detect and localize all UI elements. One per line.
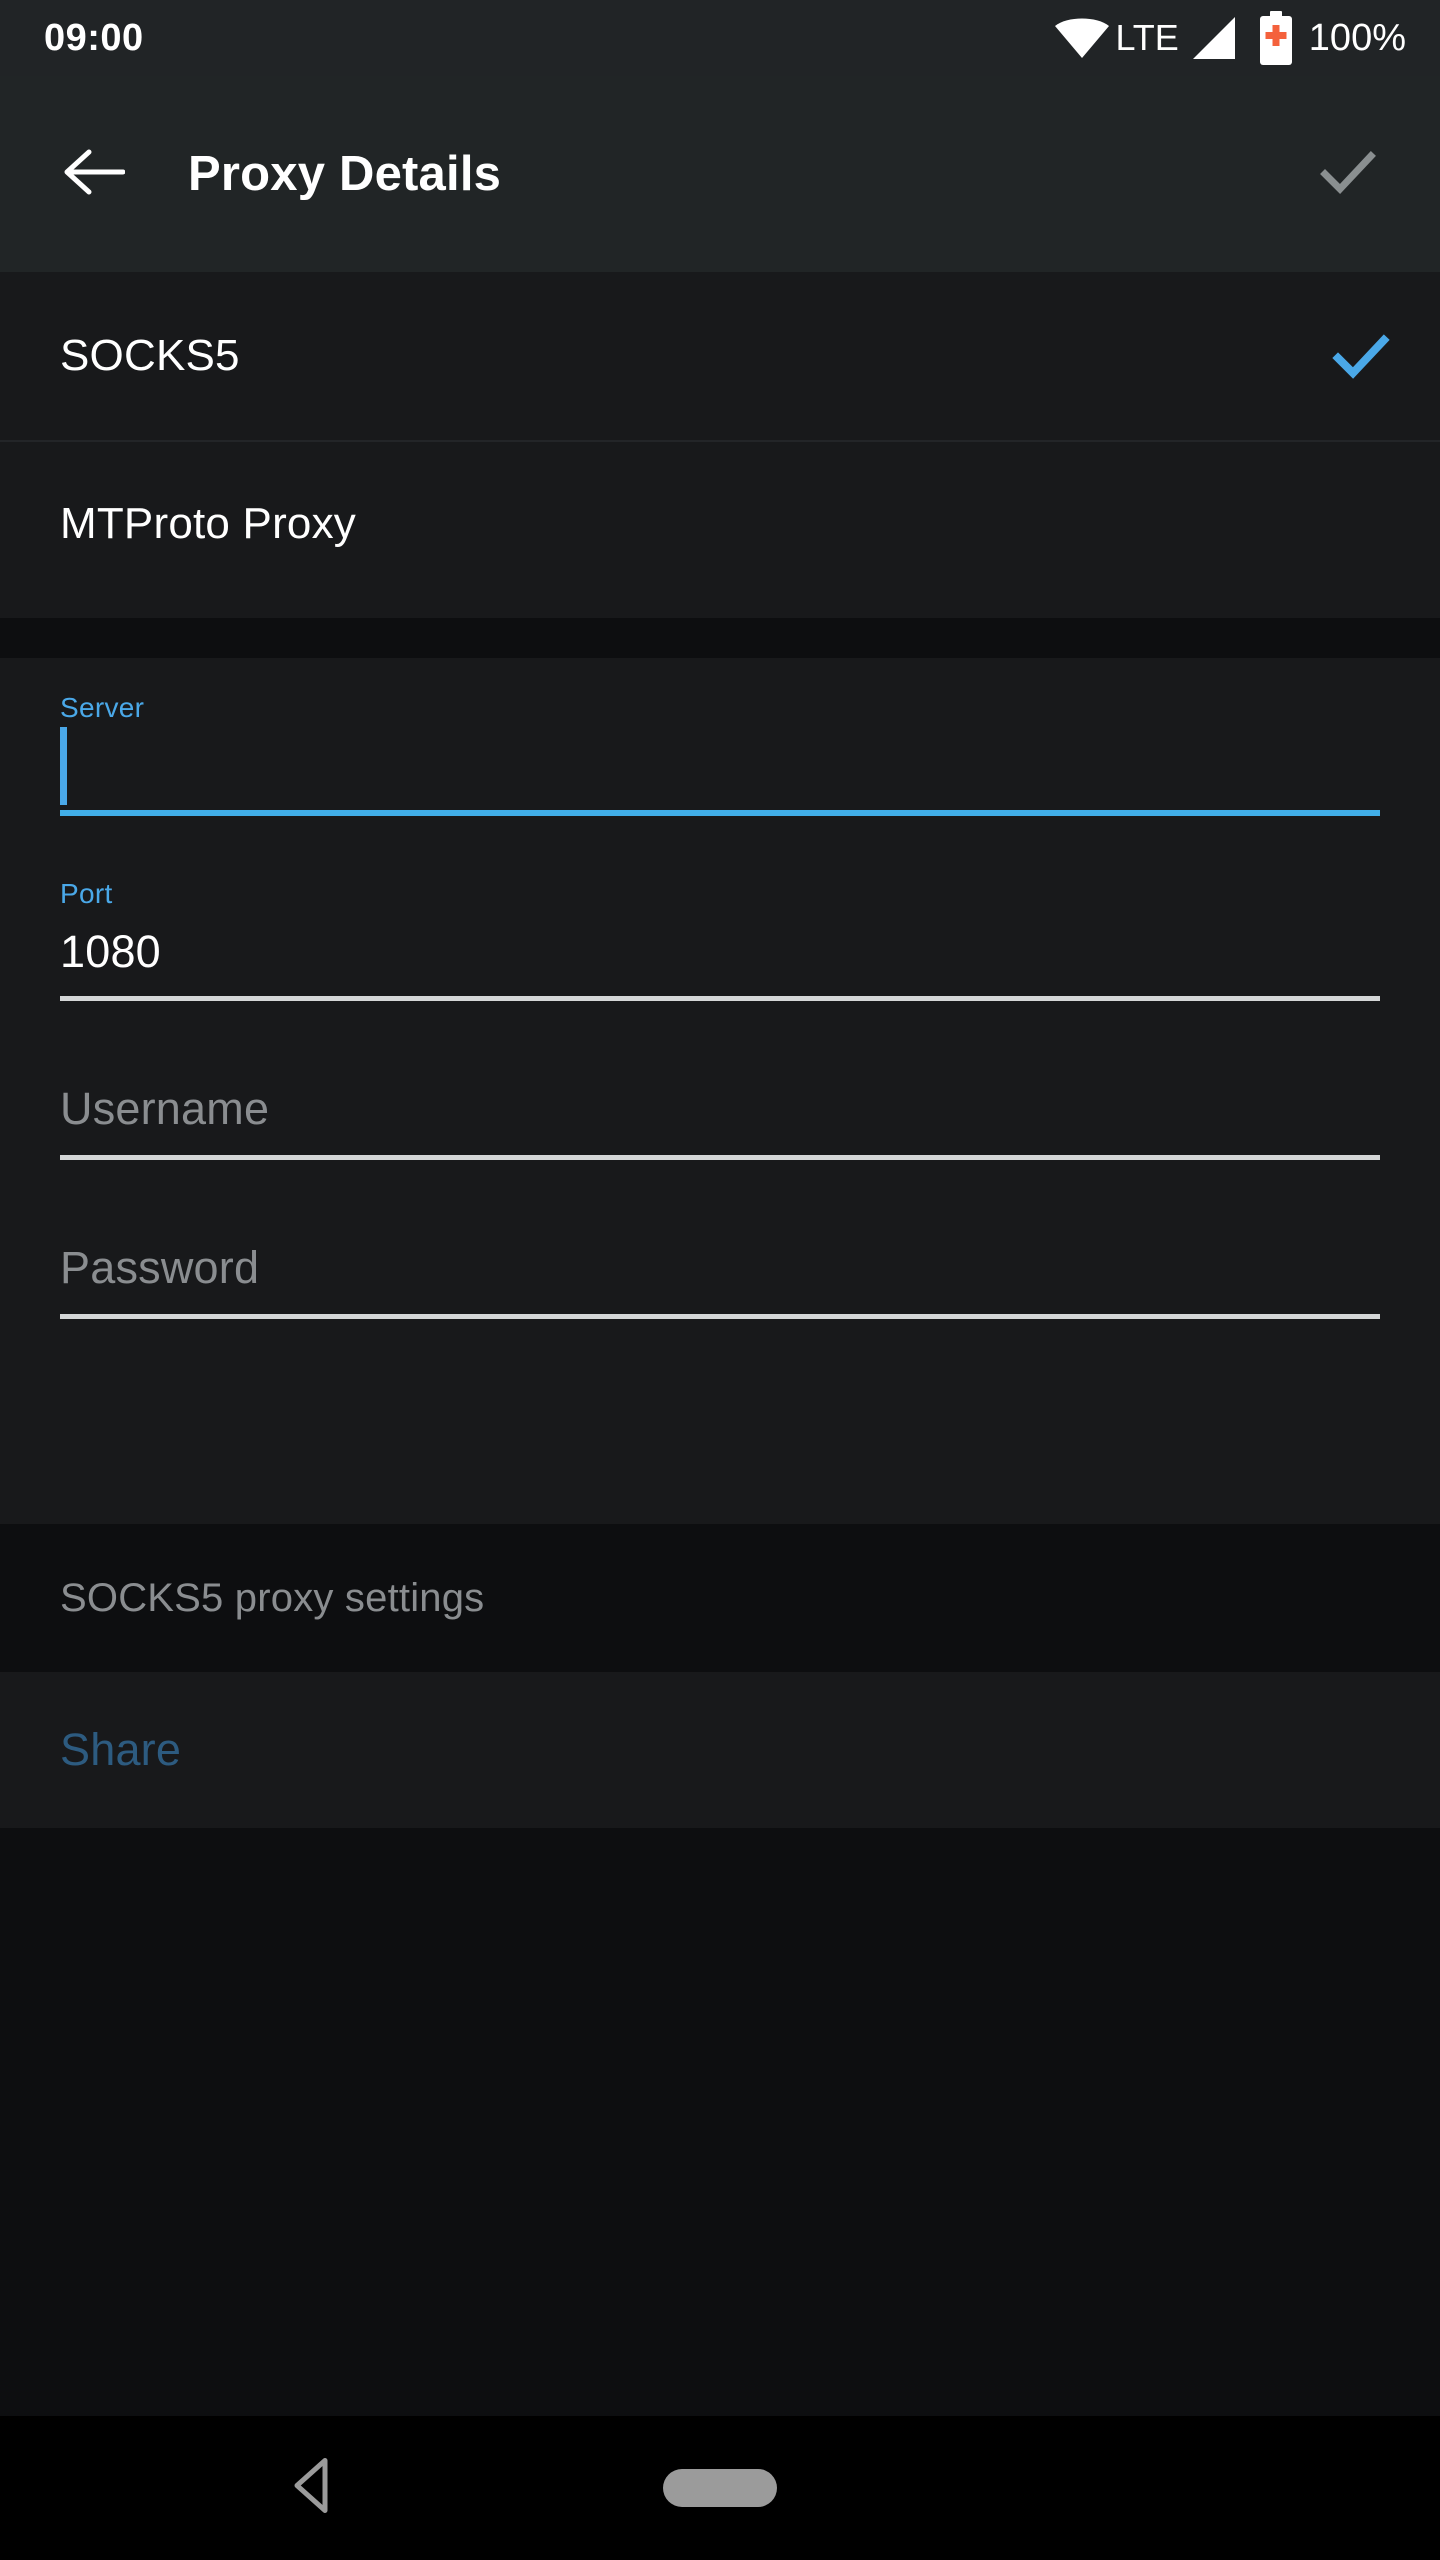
- selected-check-icon: [1330, 330, 1392, 382]
- footer-note: SOCKS5 proxy settings: [0, 1524, 1440, 1672]
- password-field-input[interactable]: Password: [60, 1222, 1380, 1314]
- navigation-bar: [0, 2416, 1440, 2560]
- password-field[interactable]: Password: [0, 1160, 1440, 1319]
- port-field[interactable]: Port 1080: [0, 816, 1440, 1001]
- username-field[interactable]: Username: [0, 1001, 1440, 1160]
- nav-back-button[interactable]: [289, 2457, 341, 2520]
- username-field-input[interactable]: Username: [60, 1063, 1380, 1155]
- empty-space: [0, 1828, 1440, 2416]
- page-title: Proxy Details: [188, 147, 502, 201]
- save-button[interactable]: [1300, 126, 1396, 222]
- proxy-type-option-socks5[interactable]: SOCKS5: [0, 272, 1440, 440]
- back-button[interactable]: [48, 128, 140, 220]
- port-field-input[interactable]: 1080: [60, 908, 1380, 996]
- section-divider: [0, 618, 1440, 658]
- proxy-type-section: SOCKS5 MTProto Proxy: [0, 272, 1440, 618]
- text-caret: [60, 727, 67, 805]
- proxy-type-label: MTProto Proxy: [60, 499, 356, 548]
- port-field-label: Port: [60, 878, 113, 909]
- server-field[interactable]: Server: [0, 658, 1440, 816]
- username-field-placeholder: Username: [60, 1083, 270, 1134]
- port-field-value: 1080: [60, 926, 161, 977]
- proxy-details-screen: 09:00 LTE 100% Proxy Details SOCKS5 MTPr…: [0, 0, 1440, 2560]
- nav-back-triangle-icon: [289, 2458, 341, 2519]
- status-bar: 09:00 LTE 100%: [0, 0, 1440, 76]
- signal-icon: [1187, 15, 1239, 61]
- wifi-icon: [1053, 16, 1111, 60]
- share-label: Share: [60, 1724, 182, 1775]
- share-button[interactable]: Share: [0, 1672, 1440, 1828]
- proxy-type-option-mtproto[interactable]: MTProto Proxy: [0, 440, 1440, 608]
- proxy-form-section: Server Port 1080 Username Password: [0, 658, 1440, 1524]
- battery-percent-label: 100%: [1308, 16, 1406, 59]
- status-icons: LTE 100%: [1053, 11, 1406, 65]
- proxy-type-label: SOCKS5: [60, 331, 240, 380]
- battery-charging-icon: [1257, 11, 1295, 65]
- password-field-placeholder: Password: [60, 1242, 260, 1293]
- back-arrow-icon: [63, 146, 126, 203]
- network-type-label: LTE: [1115, 17, 1179, 58]
- password-field-underline: [60, 1314, 1380, 1319]
- toolbar: Proxy Details: [0, 76, 1440, 272]
- server-field-label: Server: [60, 692, 145, 723]
- nav-home-button[interactable]: [663, 2469, 777, 2507]
- server-field-input[interactable]: [60, 722, 1380, 810]
- check-icon: [1317, 146, 1379, 203]
- footer-note-text: SOCKS5 proxy settings: [60, 1575, 485, 1620]
- status-clock: 09:00: [44, 16, 144, 59]
